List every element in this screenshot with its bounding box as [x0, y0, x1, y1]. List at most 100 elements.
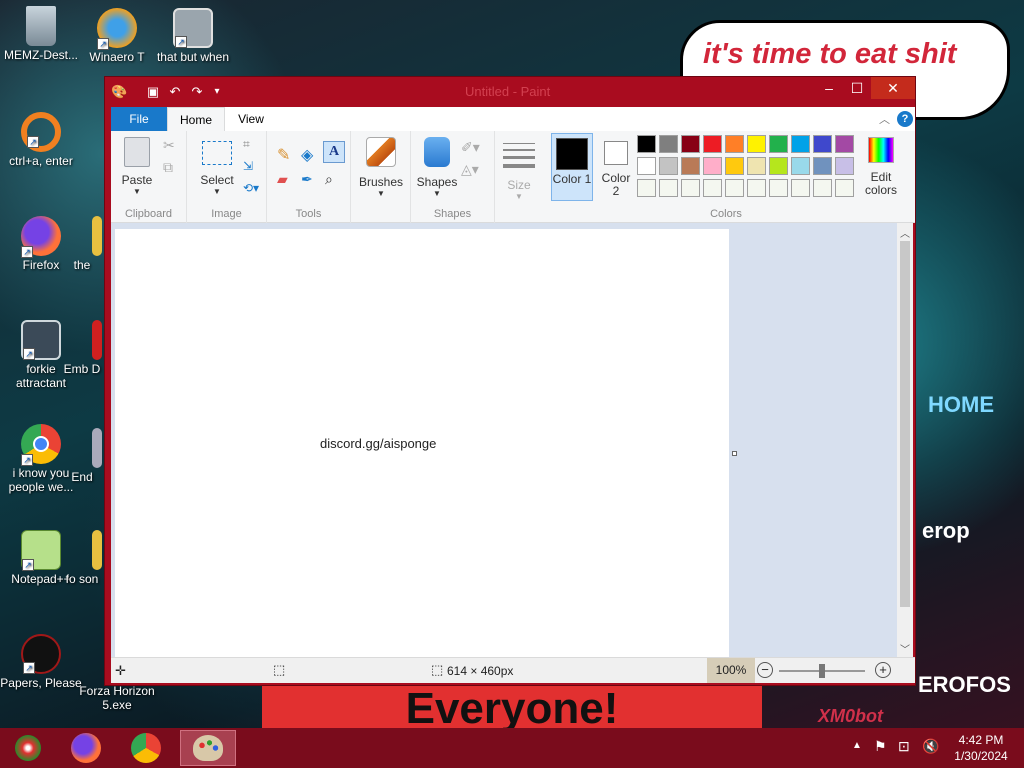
cut-icon[interactable]: ✂ [163, 137, 175, 154]
help-icon[interactable]: ? [897, 111, 913, 127]
palette-swatch[interactable] [703, 179, 722, 197]
desktop-icon-memz[interactable]: MEMZ-Dest... [0, 6, 82, 62]
zoom-out-button[interactable]: − [757, 662, 773, 678]
crop-icon[interactable]: ⌗ [243, 137, 250, 152]
palette-swatch[interactable] [835, 179, 854, 197]
fill-bucket-icon[interactable]: ◈ [301, 145, 313, 165]
palette-swatch[interactable] [835, 135, 854, 153]
palette-swatch[interactable] [637, 179, 656, 197]
palette-swatch[interactable] [681, 179, 700, 197]
desktop-icon-fo[interactable]: fo son [62, 530, 102, 586]
palette-swatch[interactable] [791, 157, 810, 175]
palette-swatch[interactable] [703, 157, 722, 175]
fill-icon[interactable]: ◬▾ [461, 161, 479, 178]
palette-swatch[interactable] [791, 179, 810, 197]
color1-button[interactable]: Color 1 [551, 133, 593, 201]
action-center-flag-icon[interactable]: ⚑ [874, 738, 887, 755]
size-button[interactable]: Size ▼ [501, 143, 537, 201]
chevron-down-icon: ▼ [213, 187, 221, 196]
start-button[interactable] [0, 730, 56, 766]
palette-swatch[interactable] [813, 135, 832, 153]
zoom-in-button[interactable]: + [875, 662, 891, 678]
desktop-icon-papers-please[interactable]: ↗ Papers, Please [0, 634, 82, 690]
brushes-button[interactable]: Brushes ▼ [357, 137, 405, 198]
palette-swatch[interactable] [747, 179, 766, 197]
desktop-icon-that-but-when[interactable]: ↗ that but when [152, 8, 234, 64]
maximize-button[interactable]: ☐ [843, 77, 871, 99]
palette-swatch[interactable] [835, 157, 854, 175]
palette-swatch[interactable] [703, 135, 722, 153]
palette-swatch[interactable] [725, 179, 744, 197]
select-button[interactable]: Select ▼ [195, 137, 239, 196]
desktop-icon-winaero[interactable]: ↗ Winaero T [76, 8, 158, 64]
redo-icon[interactable]: ↷ [189, 84, 205, 100]
desktop-icon-ctrl-a[interactable]: ↗ ctrl+a, enter [0, 112, 82, 168]
undo-icon[interactable]: ↶ [167, 84, 183, 100]
resize-icon[interactable]: ⇲ [243, 159, 253, 173]
palette-swatch[interactable] [659, 135, 678, 153]
desktop-icon-end[interactable]: End [62, 428, 102, 484]
palette-swatch[interactable] [681, 135, 700, 153]
palette-swatch[interactable] [747, 157, 766, 175]
palette-swatch[interactable] [813, 157, 832, 175]
title-bar[interactable]: 🎨 ▣ ↶ ↷ ▾ Untitled - Paint – ☐ ✕ [105, 77, 915, 107]
palette-swatch[interactable] [659, 179, 678, 197]
paste-button[interactable]: Paste ▼ [117, 137, 157, 196]
edit-colors-button[interactable]: Edit colors [859, 133, 903, 197]
show-hidden-icons[interactable]: ▲ [852, 740, 862, 751]
volume-muted-icon[interactable]: 🔇 [922, 738, 939, 755]
desktop-icon-emb[interactable]: Emb D [62, 320, 102, 376]
palette-swatch[interactable] [659, 157, 678, 175]
tab-home[interactable]: Home [167, 107, 225, 131]
palette-swatch[interactable] [769, 179, 788, 197]
rotate-icon[interactable]: ⟲▾ [243, 181, 259, 195]
magnifier-icon[interactable]: ⌕ [325, 171, 333, 188]
clock[interactable]: 4:42 PM 1/30/2024 [946, 732, 1016, 764]
palette-swatch[interactable] [813, 179, 832, 197]
palette-swatch[interactable] [681, 157, 700, 175]
desktop-icon-forza[interactable]: Forza Horizon 5.exe [76, 684, 158, 712]
scroll-up-icon[interactable]: ︿ [900, 225, 910, 240]
pencil-icon[interactable]: ✎ [277, 145, 290, 165]
color2-button[interactable]: Color 2 [597, 133, 635, 201]
shapes-button[interactable]: Shapes ▼ [415, 137, 459, 198]
zoom-slider-thumb[interactable] [819, 664, 825, 678]
desktop-icon-label: Papers, Please [0, 676, 82, 690]
color-picker-icon[interactable]: ✒ [301, 171, 313, 188]
stacked-windows-icon: ↗ [173, 8, 213, 48]
drawing-canvas[interactable]: discord.gg/aisponge [115, 229, 729, 657]
palette-swatch[interactable] [725, 135, 744, 153]
canvas-resize-handle[interactable] [732, 451, 737, 456]
palette-swatch[interactable] [725, 157, 744, 175]
save-icon[interactable]: ▣ [145, 84, 161, 100]
scroll-down-icon[interactable]: ﹀ [900, 641, 910, 656]
taskbar-paint[interactable] [180, 730, 236, 766]
tab-file[interactable]: File [111, 107, 167, 131]
outline-icon[interactable]: ✐▾ [461, 139, 480, 156]
taskbar-chrome[interactable] [118, 730, 174, 766]
palette-swatch[interactable] [637, 135, 656, 153]
minimize-button[interactable]: – [815, 77, 843, 99]
palette-swatch[interactable] [747, 135, 766, 153]
desktop-icon-the[interactable]: the [62, 216, 102, 272]
scrollbar-thumb[interactable] [900, 241, 910, 607]
network-icon[interactable]: ⊡ [898, 738, 910, 755]
paint-app-icon[interactable]: 🎨 [111, 84, 127, 100]
customize-quick-access-icon[interactable]: ▾ [209, 84, 225, 100]
text-tool-icon[interactable]: A [323, 141, 345, 163]
brushes-group[interactable]: Brushes ▼ [351, 131, 411, 223]
palette-swatch[interactable] [637, 157, 656, 175]
canvas-workspace[interactable]: discord.gg/aisponge [111, 223, 897, 657]
eraser-icon[interactable]: ▰ [277, 171, 288, 188]
close-button[interactable]: ✕ [871, 77, 915, 99]
collapse-ribbon-icon[interactable]: ︿ [879, 111, 890, 127]
paint-window[interactable]: 🎨 ▣ ↶ ↷ ▾ Untitled - Paint – ☐ ✕ File Ho… [104, 76, 916, 686]
size-group[interactable]: Size ▼ [495, 131, 545, 223]
palette-swatch[interactable] [769, 135, 788, 153]
copy-icon[interactable]: ⧉ [163, 159, 173, 176]
tab-view[interactable]: View [225, 107, 277, 131]
taskbar-firefox[interactable] [58, 730, 114, 766]
palette-swatch[interactable] [769, 157, 788, 175]
vertical-scrollbar[interactable]: ︿ ﹀ [897, 223, 913, 657]
palette-swatch[interactable] [791, 135, 810, 153]
